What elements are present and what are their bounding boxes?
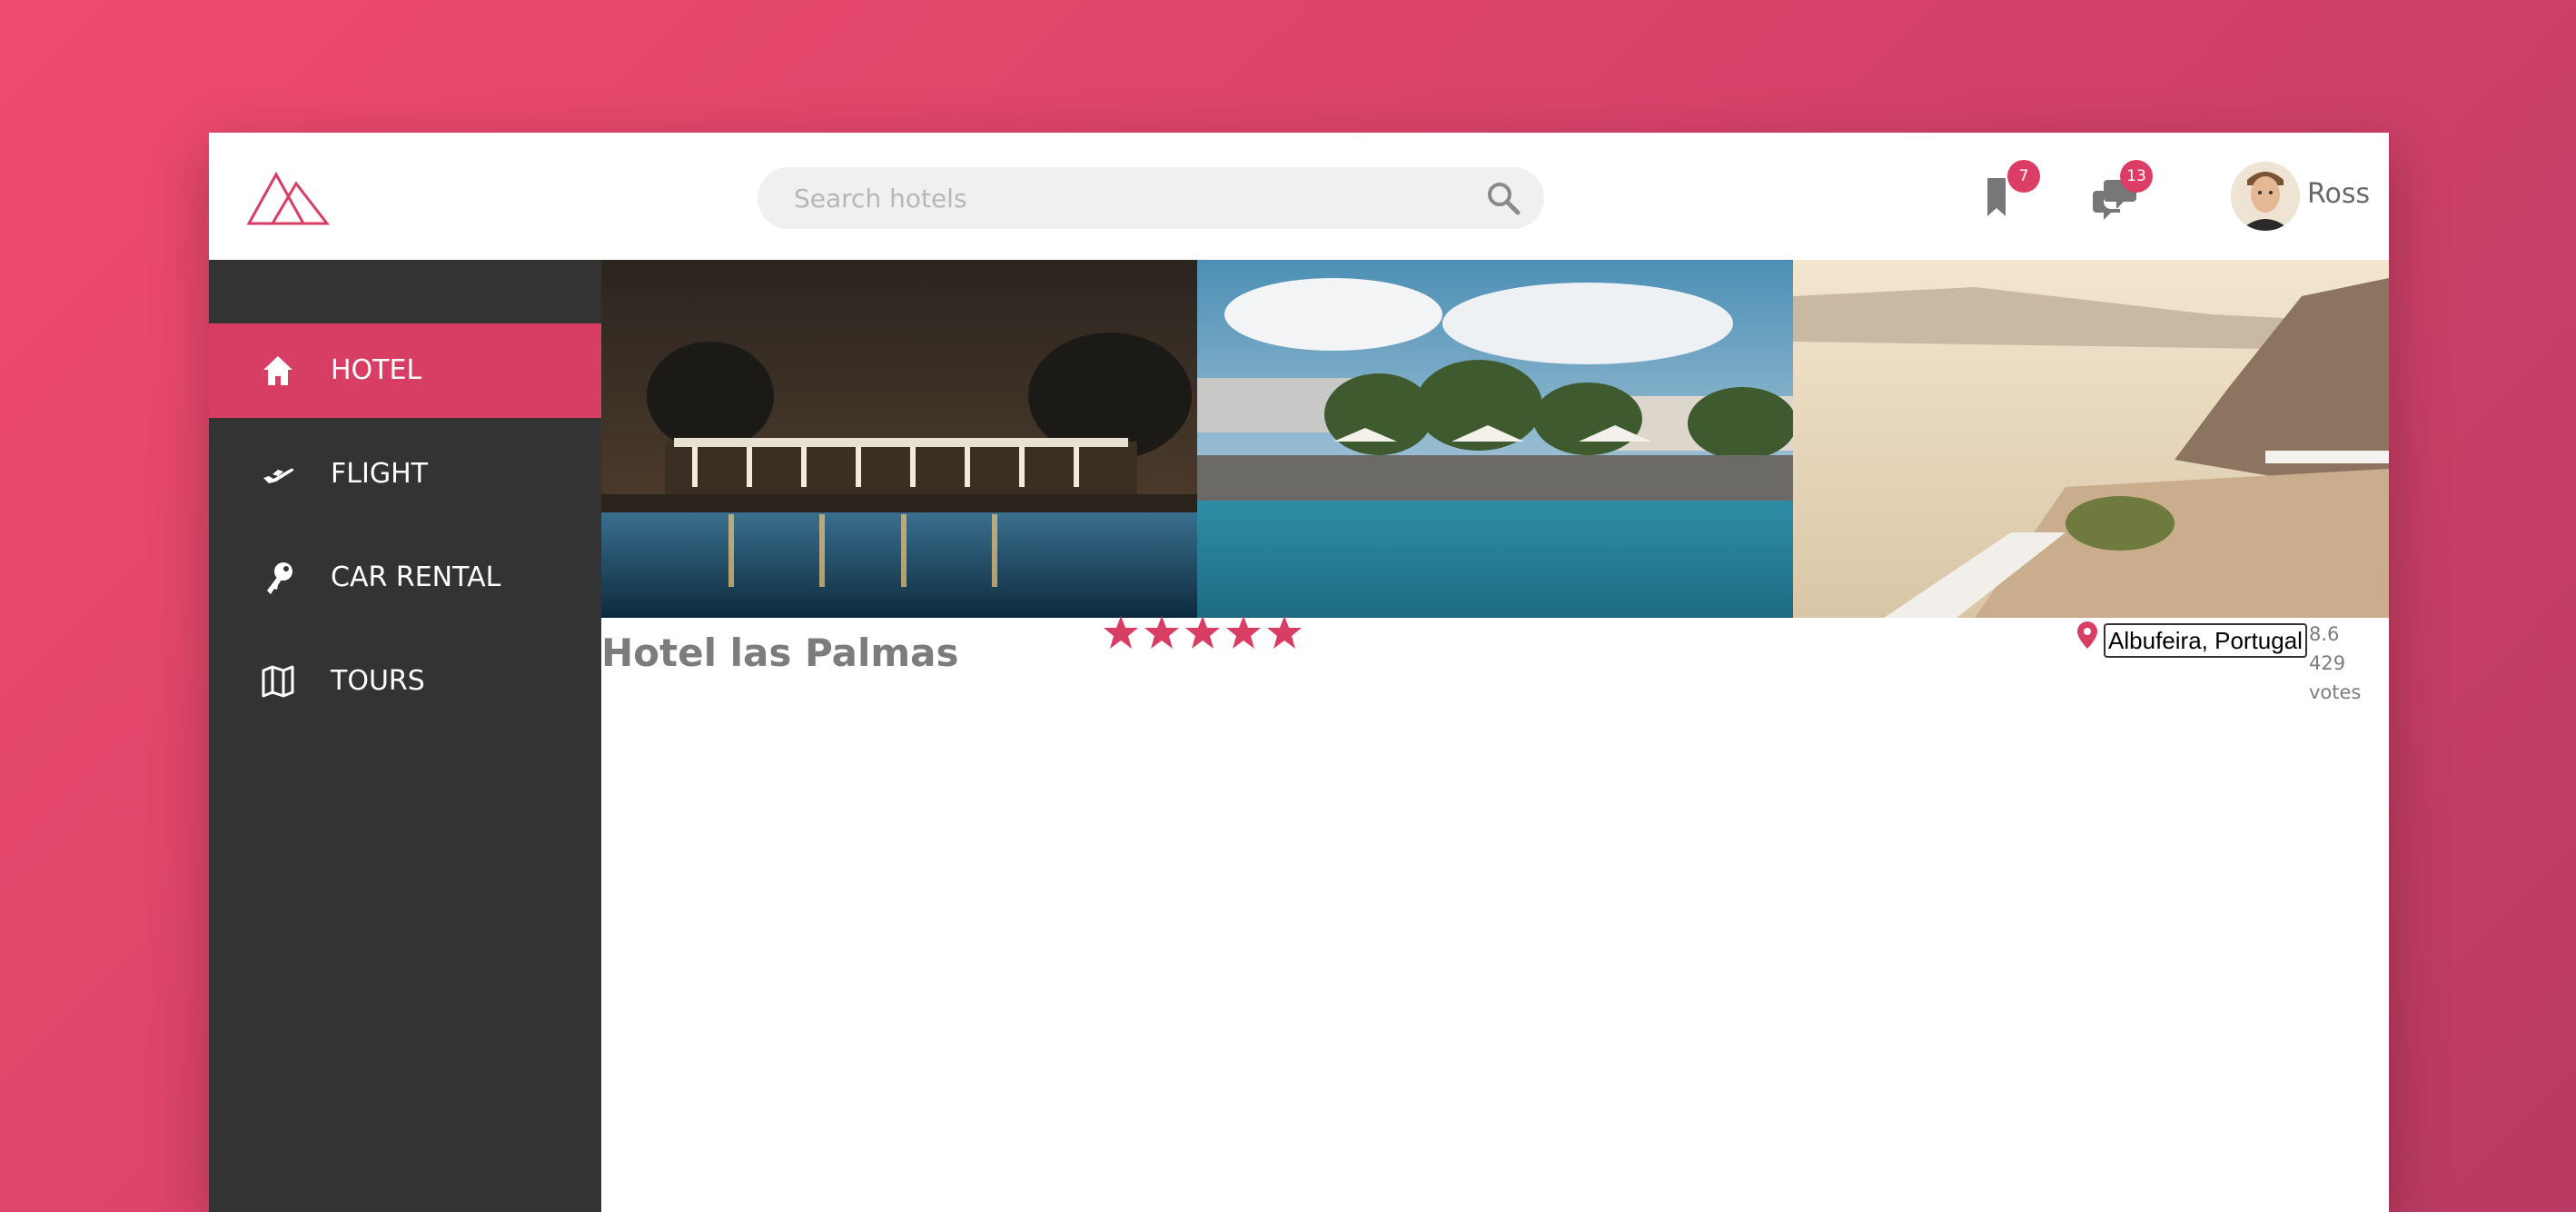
sidebar-item-flight[interactable]: FLIGHT [209,427,601,522]
plane-icon [263,468,294,483]
user-menu[interactable]: Ross [2231,160,2376,233]
star-icon [1144,616,1180,649]
sidebar: HOTEL FLIGHT CAR RENTAL TOURS [209,260,601,1212]
gallery-photo-terrace[interactable] [1793,260,2389,618]
sidebar-item-hotel[interactable]: HOTEL [209,323,601,418]
star-icon [1267,616,1303,649]
map-icon [262,665,294,698]
header: 7 13 Ross [209,133,2389,260]
gallery-photo-day-pool[interactable] [1197,260,1793,618]
messages-badge: 13 [2120,160,2153,193]
home-icon [263,356,292,385]
gallery-photo-night-pool[interactable] [601,260,1197,618]
sidebar-item-label: TOURS [331,665,425,697]
user-name: Ross [2307,178,2371,210]
sidebar-item-tours[interactable]: TOURS [209,634,601,729]
hotel-name: Hotel las Palmas [601,631,959,675]
key-icon [267,562,292,594]
hotel-rating: 8.6 429 votes [2309,620,2389,707]
sidebar-item-label: CAR RENTAL [331,561,501,593]
sidebar-item-car-rental[interactable]: CAR RENTAL [209,531,601,625]
hotel-location[interactable]: Albufeira, Portugal [2104,623,2307,658]
search-input[interactable] [794,167,1430,229]
rating-score: 8.6 [2309,623,2340,645]
star-icon [1226,616,1262,649]
bookmarks-badge: 7 [2007,160,2040,193]
sidebar-item-label: HOTEL [331,354,422,386]
messages-button[interactable]: 13 [2093,160,2156,227]
bookmarks-button[interactable]: 7 [1980,160,2044,227]
avatar[interactable] [2231,162,2300,231]
app-window: 7 13 Ross [209,133,2389,1212]
location-pin-icon [2077,621,2097,649]
user-avatar-image [2231,162,2300,231]
search-icon[interactable] [1486,181,1521,215]
mountain-logo-icon[interactable] [245,167,331,227]
star-icon [1104,616,1138,649]
sidebar-item-label: FLIGHT [331,458,428,490]
hotel-gallery [601,260,2389,618]
star-icon [1185,616,1221,649]
star-rating [1103,614,1303,658]
search-bar[interactable] [758,167,1544,229]
rating-votes: 429 votes [2309,652,2362,703]
